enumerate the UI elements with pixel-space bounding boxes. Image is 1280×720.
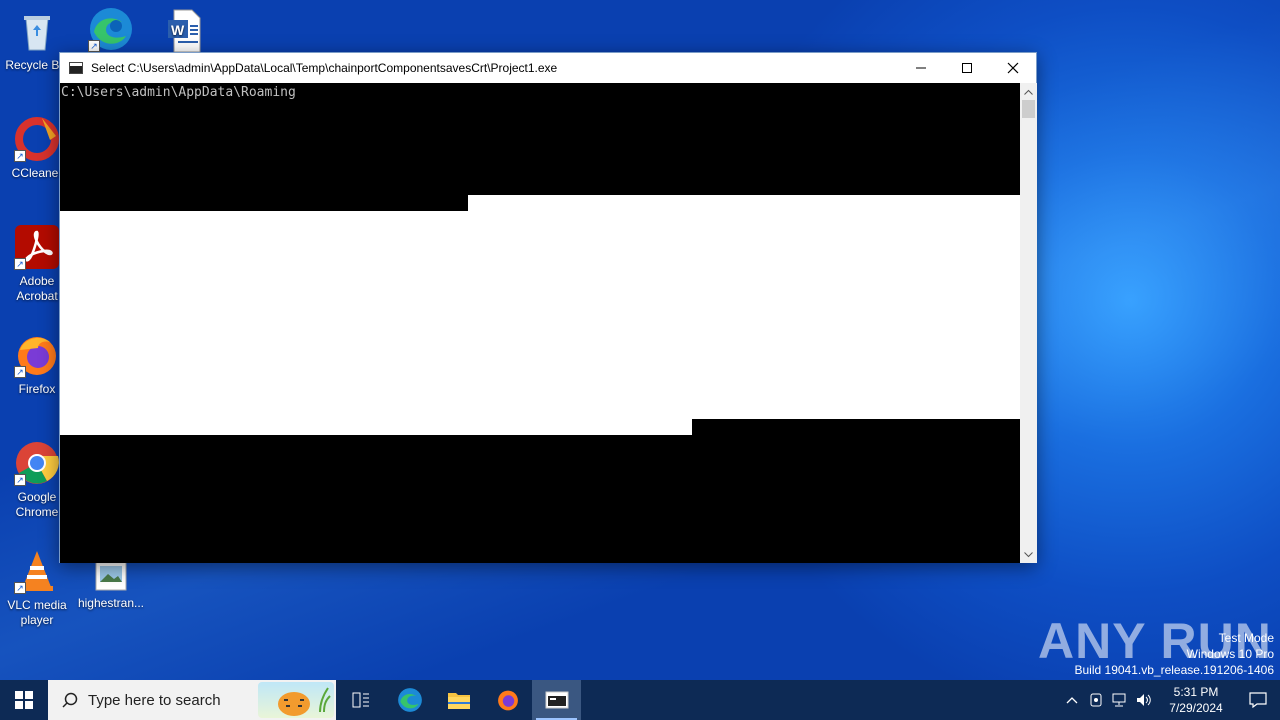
notification-center-button[interactable] — [1236, 692, 1280, 708]
tray-volume-button[interactable] — [1132, 693, 1156, 707]
taskbar-console-button[interactable] — [532, 680, 581, 720]
maximize-button[interactable] — [944, 53, 990, 83]
text-selection-highlight — [60, 211, 1020, 419]
shortcut-arrow-icon: ↗ — [14, 474, 26, 486]
folder-icon — [447, 693, 470, 709]
chevron-up-icon — [1024, 89, 1033, 95]
system-tray: 5:31 PM 7/29/2024 — [1060, 680, 1280, 720]
shortcut-arrow-icon: ↗ — [14, 258, 26, 270]
ccleaner-icon: ↗ — [14, 116, 60, 162]
taskbar-file-explorer-button[interactable] — [434, 680, 483, 720]
chevron-down-icon — [1024, 551, 1033, 557]
watermark-line: Build 19041.vb_release.191206-1406 — [1074, 663, 1275, 677]
scroll-down-button[interactable] — [1020, 546, 1037, 563]
edge-icon: ↗ — [88, 6, 134, 52]
firefox-icon — [497, 690, 518, 711]
edge-icon — [397, 688, 422, 712]
desktop-icon-image-file[interactable]: highestran... — [74, 556, 148, 611]
minimize-button[interactable] — [898, 53, 944, 83]
console-line: C:\Users\admin\AppData\Roaming — [61, 85, 296, 100]
chevron-up-icon — [1066, 697, 1078, 704]
firefox-icon: ↗ — [14, 332, 60, 378]
clock-date: 7/29/2024 — [1169, 701, 1223, 715]
console-app-icon — [69, 62, 83, 74]
console-app-icon — [545, 691, 568, 709]
maximize-icon — [962, 63, 972, 73]
console-output-area[interactable]: C:\Users\admin\AppData\Roaming — [60, 83, 1020, 563]
clock-time: 5:31 PM — [1173, 685, 1219, 699]
text-selection-highlight — [468, 195, 1020, 211]
network-icon — [1112, 693, 1126, 707]
taskbar-clock[interactable]: 5:31 PM 7/29/2024 — [1156, 684, 1236, 716]
tray-device-button[interactable] — [1084, 693, 1108, 707]
windows-logo-icon — [15, 691, 33, 709]
watermark-line: Test Mode — [1218, 631, 1274, 645]
shortcut-arrow-icon: ↗ — [14, 582, 26, 594]
minimize-icon — [916, 67, 926, 69]
desktop-icon-word-document[interactable]: W — [148, 8, 222, 58]
text-selection-highlight — [60, 419, 692, 435]
chrome-icon: ↗ — [14, 440, 60, 486]
watermark-line: Windows 10 Pro — [1186, 647, 1274, 661]
window-titlebar[interactable]: Select C:\Users\admin\AppData\Local\Temp… — [60, 53, 1036, 83]
scroll-up-button[interactable] — [1020, 83, 1037, 100]
task-view-button[interactable] — [336, 680, 385, 720]
show-hidden-icons-button[interactable] — [1060, 696, 1084, 704]
volume-icon — [1137, 694, 1151, 706]
acrobat-icon: ↗ — [14, 224, 60, 270]
close-button[interactable] — [990, 53, 1036, 83]
taskbar: Type here to search 5:31 PM 7/29/2024 — [0, 680, 1280, 720]
window-title: Select C:\Users\admin\AppData\Local\Temp… — [91, 61, 558, 75]
shortcut-arrow-icon: ↗ — [14, 366, 26, 378]
taskbar-search-box[interactable]: Type here to search — [48, 680, 336, 720]
taskbar-firefox-button[interactable] — [483, 680, 532, 720]
search-highlight-image — [258, 682, 334, 718]
test-mode-watermark: Test Mode Windows 10 Pro Build 19041.vb_… — [1075, 630, 1275, 678]
device-icon — [1090, 693, 1102, 707]
vertical-scrollbar[interactable] — [1020, 83, 1037, 563]
word-document-icon: W — [162, 8, 208, 54]
task-view-icon — [352, 692, 369, 708]
desktop-icon-label: VLC media player — [7, 598, 67, 627]
svg-text:W: W — [171, 22, 185, 38]
notification-icon — [1249, 692, 1267, 708]
search-placeholder: Type here to search — [88, 691, 221, 709]
recycle-bin-icon — [14, 8, 60, 54]
search-icon — [62, 692, 78, 708]
desktop-icon-label: highestran... — [77, 596, 145, 610]
console-window[interactable]: Select C:\Users\admin\AppData\Local\Temp… — [59, 52, 1037, 563]
vlc-icon: ↗ — [14, 548, 60, 594]
tray-network-button[interactable] — [1108, 693, 1132, 707]
desktop-icon-edge[interactable]: ↗ — [74, 6, 148, 56]
taskbar-edge-button[interactable] — [385, 680, 434, 720]
shortcut-arrow-icon: ↗ — [14, 150, 26, 162]
shortcut-arrow-icon: ↗ — [88, 40, 100, 52]
close-icon — [1007, 62, 1019, 74]
scrollbar-thumb[interactable] — [1022, 100, 1035, 118]
start-button[interactable] — [0, 680, 48, 720]
